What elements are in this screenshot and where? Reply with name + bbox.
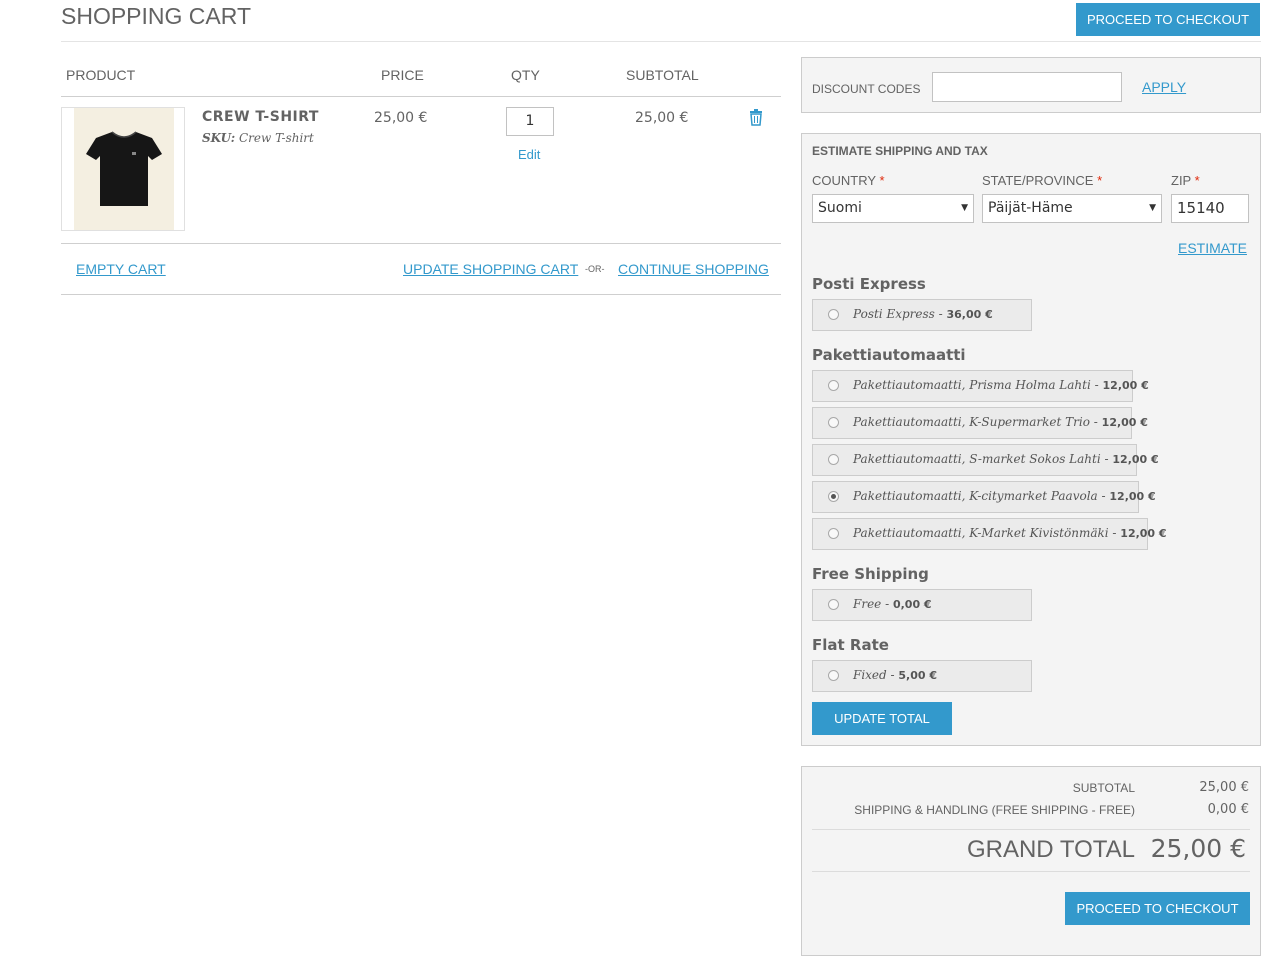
shipping-handling-label: SHIPPING & HANDLING (FREE SHIPPING - FRE… — [854, 803, 1135, 817]
item-price: 25,00 € — [374, 110, 428, 126]
subtotal-value: 25,00 € — [1199, 780, 1249, 795]
discount-code-input[interactable] — [932, 72, 1122, 102]
sku-label: SKU: — [202, 131, 236, 145]
empty-cart-link[interactable]: EMPTY CART — [76, 261, 166, 277]
edit-item-link[interactable]: Edit — [518, 147, 540, 162]
quantity-input[interactable]: 1 — [506, 107, 554, 136]
radio-button-selected[interactable] — [828, 491, 839, 502]
state-select[interactable]: Päijät-Häme ▼ — [982, 194, 1162, 223]
country-label: COUNTRY * — [812, 173, 885, 188]
required-mark: * — [1194, 173, 1200, 188]
radio-button[interactable] — [828, 309, 839, 320]
radio-button[interactable] — [828, 528, 839, 539]
radio-button[interactable] — [828, 454, 839, 465]
discount-panel: DISCOUNT CODES APPLY — [801, 57, 1261, 113]
dropdown-arrow-icon: ▼ — [1149, 203, 1156, 213]
country-select[interactable]: Suomi ▼ — [812, 194, 974, 223]
shipping-option-label: Pakettiautomaatti, S-market Sokos Lahti … — [853, 452, 1159, 466]
shipping-option-k-market-kivistonmaki[interactable]: Pakettiautomaatti, K-Market Kivistönmäki… — [812, 518, 1167, 550]
shipping-option-label: Pakettiautomaatti, K-Supermarket Trio - … — [853, 415, 1148, 429]
required-mark: * — [879, 173, 885, 188]
shipping-option-label: Posti Express - 36,00 € — [853, 307, 993, 321]
trash-icon[interactable] — [749, 109, 763, 126]
radio-button[interactable] — [828, 417, 839, 428]
proceed-to-checkout-button-bottom[interactable]: PROCEED TO CHECKOUT — [1065, 892, 1250, 925]
totals-divider — [812, 829, 1250, 830]
shipping-option-label: Free - 0,00 € — [853, 597, 932, 611]
sku-value: Crew T-shirt — [238, 131, 314, 145]
shipping-option-label: Pakettiautomaatti, K-citymarket Paavola … — [853, 489, 1156, 503]
apply-discount-link[interactable]: APPLY — [1142, 79, 1186, 95]
shipping-group-posti-express: Posti Express — [812, 275, 926, 293]
product-name[interactable]: CREW T-SHIRT — [202, 109, 319, 125]
zip-input[interactable]: 15140 — [1171, 194, 1249, 223]
grand-total-label: GRAND TOTAL — [966, 836, 1135, 863]
update-total-button[interactable]: UPDATE TOTAL — [812, 702, 952, 735]
shipping-option-label: Fixed - 5,00 € — [853, 668, 938, 682]
table-row-divider — [61, 243, 781, 244]
proceed-to-checkout-button-top[interactable]: PROCEED TO CHECKOUT — [1076, 3, 1260, 36]
shipping-group-flat-rate: Flat Rate — [812, 636, 889, 654]
discount-codes-label: DISCOUNT CODES — [812, 82, 921, 96]
estimate-shipping-panel: ESTIMATE SHIPPING AND TAX COUNTRY * STAT… — [801, 133, 1261, 746]
shipping-option-s-market-sokos-lahti[interactable]: Pakettiautomaatti, S-market Sokos Lahti … — [812, 444, 1159, 476]
radio-button[interactable] — [828, 380, 839, 391]
radio-button[interactable] — [828, 599, 839, 610]
state-label: STATE/PROVINCE * — [982, 173, 1102, 188]
zip-label-text: ZIP — [1171, 173, 1191, 188]
subtotal-label: SUBTOTAL — [1072, 781, 1135, 795]
continue-shopping-link[interactable]: CONTINUE SHOPPING — [618, 261, 769, 277]
zip-label: ZIP * — [1171, 173, 1200, 188]
country-label-text: COUNTRY — [812, 173, 876, 188]
shipping-group-pakettiautomaatti: Pakettiautomaatti — [812, 346, 966, 364]
header-divider — [61, 41, 1261, 42]
country-select-value: Suomi — [818, 200, 862, 216]
state-label-text: STATE/PROVINCE — [982, 173, 1094, 188]
tshirt-image — [86, 131, 162, 206]
shipping-handling-value: 0,00 € — [1207, 802, 1249, 817]
shipping-option-prisma-holma-lahti[interactable]: Pakettiautomaatti, Prisma Holma Lahti - … — [812, 370, 1149, 402]
shipping-option-label: Pakettiautomaatti, Prisma Holma Lahti - … — [853, 378, 1149, 392]
shipping-option-free[interactable]: Free - 0,00 € — [812, 589, 1032, 621]
column-header-price: PRICE — [381, 67, 424, 83]
page-title: SHOPPING CART — [61, 3, 251, 29]
estimate-shipping-title: ESTIMATE SHIPPING AND TAX — [812, 144, 988, 158]
radio-button[interactable] — [828, 670, 839, 681]
grand-total-value: 25,00 € — [1150, 834, 1246, 863]
shipping-group-free-shipping: Free Shipping — [812, 565, 929, 583]
totals-divider — [812, 871, 1250, 872]
estimate-link[interactable]: ESTIMATE — [1178, 240, 1247, 256]
state-select-value: Päijät-Häme — [988, 200, 1073, 216]
or-separator: -OR- — [585, 264, 605, 274]
totals-panel: SUBTOTAL 25,00 € SHIPPING & HANDLING (FR… — [801, 766, 1261, 956]
shipping-option-label: Pakettiautomaatti, K-Market Kivistönmäki… — [853, 526, 1167, 540]
shipping-option-k-supermarket-trio[interactable]: Pakettiautomaatti, K-Supermarket Trio - … — [812, 407, 1148, 439]
column-header-qty: QTY — [511, 67, 540, 83]
shipping-option-fixed[interactable]: Fixed - 5,00 € — [812, 660, 1032, 692]
column-header-product: PRODUCT — [66, 67, 136, 83]
required-mark: * — [1097, 173, 1103, 188]
shipping-option-posti-express[interactable]: Posti Express - 36,00 € — [812, 299, 1032, 331]
product-image[interactable] — [61, 107, 185, 231]
item-subtotal: 25,00 € — [635, 110, 689, 126]
product-sku: SKU: Crew T-shirt — [202, 131, 314, 145]
dropdown-arrow-icon: ▼ — [961, 203, 968, 213]
column-header-subtotal: SUBTOTAL — [626, 67, 699, 83]
shipping-option-k-citymarket-paavola[interactable]: Pakettiautomaatti, K-citymarket Paavola … — [812, 481, 1156, 513]
actions-divider — [61, 294, 781, 295]
update-shopping-cart-link[interactable]: UPDATE SHOPPING CART — [403, 261, 578, 277]
